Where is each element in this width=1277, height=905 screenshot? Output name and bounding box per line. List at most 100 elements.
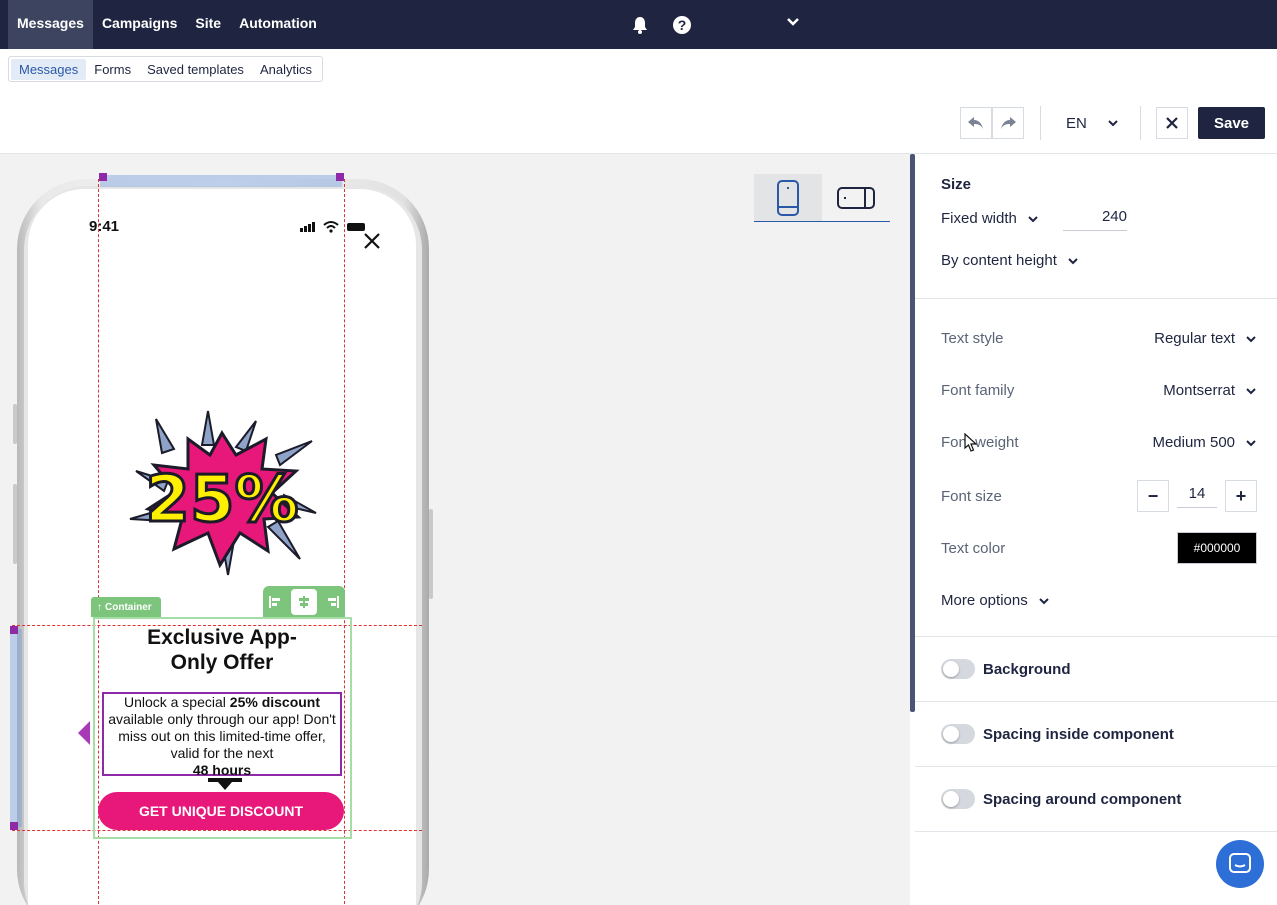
arrow-up-icon: ↑ — [97, 601, 102, 613]
language-select[interactable]: EN — [1058, 107, 1119, 139]
nav-messages[interactable]: Messages — [8, 0, 93, 49]
container-tag[interactable]: ↑ Container — [91, 597, 161, 617]
subnav-forms[interactable]: Forms — [86, 59, 139, 80]
alignment-controls — [263, 586, 345, 618]
portrait-view-button[interactable] — [754, 174, 822, 221]
text-color-label: Text color — [941, 539, 1006, 557]
bell-icon[interactable] — [630, 15, 650, 35]
font-weight-value: Medium 500 — [1152, 434, 1235, 451]
font-size-input[interactable]: 14 — [1177, 484, 1217, 508]
headline-line-2: Only Offer — [170, 651, 274, 674]
width-mode-value: Fixed width — [941, 210, 1017, 227]
undo-button[interactable] — [960, 107, 992, 139]
power-button — [429, 509, 433, 599]
divider — [915, 701, 1277, 702]
spacing-around-toggle[interactable] — [941, 789, 975, 809]
spacing-inside-toggle[interactable] — [941, 724, 975, 744]
sub-navigation: Messages Forms Saved templates Analytics — [8, 56, 323, 82]
left-selection-bar — [10, 629, 22, 827]
body-bold-1: 25% discount — [229, 694, 321, 710]
top-navigation-bar: Messages Campaigns Site Automation ? — [0, 0, 1277, 49]
height-row: By content height — [941, 252, 1257, 269]
text-style-select[interactable]: Regular text — [1154, 330, 1257, 347]
redo-button[interactable] — [992, 107, 1024, 139]
width-input[interactable]: 240 — [1063, 207, 1127, 231]
width-mode-select[interactable]: Fixed width — [941, 210, 1039, 227]
increase-font-size-button[interactable]: + — [1225, 480, 1257, 512]
height-mode-select[interactable]: By content height — [941, 252, 1079, 269]
nav-site[interactable]: Site — [186, 0, 230, 49]
resize-handle[interactable] — [99, 173, 107, 181]
body-text-2: available only through our app! Don't mi… — [108, 711, 336, 761]
device-view-toggle — [754, 174, 890, 222]
background-label: Background — [983, 660, 1071, 678]
more-options-toggle[interactable]: More options — [941, 592, 1050, 609]
close-icon — [1166, 117, 1178, 129]
close-icon[interactable] — [363, 232, 381, 250]
headline[interactable]: Exclusive App- Only Offer — [96, 625, 348, 675]
tooltip-pointer-icon — [208, 778, 242, 790]
nav-automation[interactable]: Automation — [230, 0, 326, 49]
text-color-swatch[interactable]: #000000 — [1177, 532, 1257, 564]
nav-campaigns[interactable]: Campaigns — [93, 0, 186, 49]
subnav-messages[interactable]: Messages — [11, 58, 87, 80]
background-toggle[interactable] — [941, 659, 975, 679]
discount-burst-image: 25% — [129, 410, 317, 576]
save-button[interactable]: Save — [1198, 107, 1265, 139]
top-selection-bar — [100, 175, 342, 187]
toolbar-divider — [1140, 106, 1141, 140]
text-color-row: Text color #000000 — [941, 532, 1257, 564]
chevron-down-icon — [1039, 597, 1049, 604]
decrease-font-size-button[interactable]: − — [1137, 480, 1169, 512]
background-row: Background — [941, 659, 1257, 679]
more-options-row: More options — [941, 592, 1257, 609]
align-center-button[interactable] — [290, 589, 317, 615]
divider — [915, 636, 1277, 637]
left-handle-icon[interactable] — [76, 720, 92, 746]
body-text-1: Unlock a special — [123, 694, 230, 710]
align-center-icon — [298, 596, 309, 608]
font-family-label: Font family — [941, 382, 1015, 399]
phone-landscape-icon — [837, 186, 875, 209]
language-value: EN — [1066, 114, 1087, 132]
divider — [915, 298, 1277, 299]
top-icons: ? — [630, 0, 692, 49]
size-section-title: Size — [941, 176, 972, 193]
align-right-icon[interactable] — [326, 595, 340, 609]
subnav-analytics[interactable]: Analytics — [252, 59, 320, 80]
help-icon[interactable]: ? — [672, 15, 692, 35]
editor-canvas[interactable]: 9:41 25% ↑ Container Exclusive App- Only… — [0, 154, 910, 905]
landscape-view-button[interactable] — [822, 174, 890, 221]
account-chevron-down-icon[interactable] — [786, 15, 800, 34]
redo-icon — [1001, 117, 1016, 129]
text-style-label: Text style — [941, 330, 1004, 347]
properties-panel: Size Fixed width 240 By content height T… — [915, 154, 1277, 905]
burst-text: 25% — [145, 463, 298, 537]
subnav-saved-templates[interactable]: Saved templates — [139, 59, 252, 80]
close-editor-button[interactable] — [1156, 107, 1188, 139]
close-group — [1156, 107, 1188, 139]
chat-support-button[interactable] — [1216, 840, 1264, 888]
chevron-down-icon — [1246, 335, 1256, 342]
history-controls — [960, 107, 1024, 139]
font-weight-select[interactable]: Medium 500 — [1152, 434, 1257, 451]
chevron-down-icon — [1068, 257, 1078, 264]
body-bold-2: 48 hours — [192, 762, 252, 778]
chevron-down-icon — [1246, 387, 1256, 394]
align-left-icon[interactable] — [268, 595, 282, 609]
font-family-select[interactable]: Montserrat — [1163, 382, 1257, 399]
cta-button[interactable]: GET UNIQUE DISCOUNT — [98, 792, 344, 830]
divider — [915, 831, 1277, 832]
resize-handle[interactable] — [10, 822, 18, 830]
spacing-around-row: Spacing around component — [941, 789, 1257, 809]
text-style-row: Text style Regular text — [941, 330, 1257, 347]
headline-line-1: Exclusive App- — [147, 626, 297, 649]
toolbar-divider — [1040, 106, 1041, 140]
font-weight-label: Font weight — [941, 434, 1019, 451]
body-text-block[interactable]: Unlock a special 25% discount available … — [102, 692, 342, 778]
spacing-around-label: Spacing around component — [983, 790, 1182, 808]
resize-handle[interactable] — [10, 626, 18, 634]
resize-handle[interactable] — [336, 173, 344, 181]
svg-text:?: ? — [678, 17, 687, 33]
font-weight-row: Font weight Medium 500 — [941, 434, 1257, 451]
